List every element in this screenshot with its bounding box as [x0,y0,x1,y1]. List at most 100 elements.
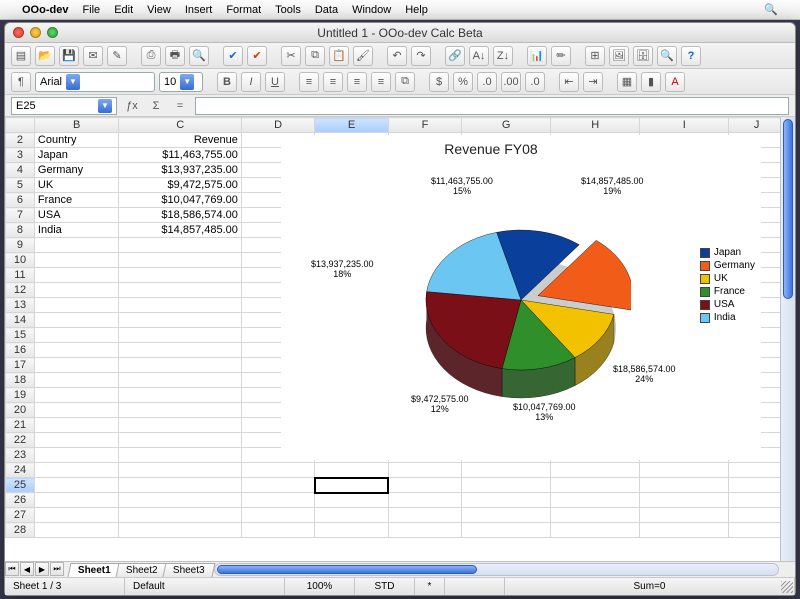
hscroll-thumb[interactable] [217,565,477,574]
embedded-chart[interactable]: Revenue FY08 JapanGermanyUKFranceUSAIndi… [281,135,761,460]
align-justify-icon[interactable]: ≡ [371,72,391,92]
cell-B6[interactable]: France [34,193,119,208]
row-header-17[interactable]: 17 [6,358,35,373]
row-header-7[interactable]: 7 [6,208,35,223]
cell-C4[interactable]: $13,937,235.00 [119,163,241,178]
styles-icon[interactable]: ¶ [11,72,31,92]
cell-G27[interactable] [462,508,551,523]
insert-chart-icon[interactable]: 📊 [527,46,547,66]
undo-icon[interactable]: ↶ [387,46,407,66]
formula-input[interactable] [195,97,789,115]
cell-B27[interactable] [34,508,119,523]
datasources-icon[interactable]: 🗄 [633,46,653,66]
sheet-tab-sheet3[interactable]: Sheet3 [162,563,215,577]
row-header-23[interactable]: 23 [6,448,35,463]
underline-button[interactable]: U [265,72,285,92]
row-header-22[interactable]: 22 [6,433,35,448]
cell-F25[interactable] [388,478,461,493]
cell-C6[interactable]: $10,047,769.00 [119,193,241,208]
row-header-18[interactable]: 18 [6,373,35,388]
cell-B24[interactable] [34,463,119,478]
sort-asc-icon[interactable]: A↓ [469,46,489,66]
cell-H25[interactable] [551,478,640,493]
resize-handle-icon[interactable] [781,581,793,593]
save-icon[interactable]: 💾 [59,46,79,66]
row-header-6[interactable]: 6 [6,193,35,208]
cell-C11[interactable] [119,268,241,283]
cell-E25[interactable] [315,478,388,493]
row-header-25[interactable]: 25 [6,478,35,493]
cell-B8[interactable]: India [34,223,119,238]
menu-view[interactable]: View [147,4,171,16]
cell-B14[interactable] [34,313,119,328]
increase-indent-icon[interactable]: ⇥ [583,72,603,92]
row-header-8[interactable]: 8 [6,223,35,238]
cell-C13[interactable] [119,298,241,313]
row-header-20[interactable]: 20 [6,403,35,418]
cell-B5[interactable]: UK [34,178,119,193]
bold-button[interactable]: B [217,72,237,92]
cell-B16[interactable] [34,343,119,358]
merge-cells-icon[interactable]: ⧉ [395,72,415,92]
navigator-icon[interactable]: ⊞ [585,46,605,66]
spellcheck-icon[interactable]: ✔ [223,46,243,66]
status-sum[interactable]: Sum=0 [505,578,795,595]
cell-G26[interactable] [462,493,551,508]
menu-help[interactable]: Help [405,4,428,16]
paste-icon[interactable]: 📋 [329,46,349,66]
menu-tools[interactable]: Tools [275,4,301,16]
cell-F24[interactable] [388,463,461,478]
row-header-10[interactable]: 10 [6,253,35,268]
row-header-19[interactable]: 19 [6,388,35,403]
cell-C23[interactable] [119,448,241,463]
status-style[interactable]: Default [125,578,285,595]
cell-J26[interactable] [729,493,785,508]
currency-icon[interactable]: $ [429,72,449,92]
col-header-F[interactable]: F [388,118,461,133]
preview-icon[interactable]: 🔍 [189,46,209,66]
cell-B23[interactable] [34,448,119,463]
cell-C12[interactable] [119,283,241,298]
cell-C24[interactable] [119,463,241,478]
col-header-G[interactable]: G [462,118,551,133]
cell-F28[interactable] [388,523,461,538]
row-header-15[interactable]: 15 [6,328,35,343]
cell-H26[interactable] [551,493,640,508]
row-header-14[interactable]: 14 [6,313,35,328]
redo-icon[interactable]: ↷ [411,46,431,66]
cell-I27[interactable] [640,508,729,523]
col-header-B[interactable]: B [34,118,119,133]
cell-J27[interactable] [729,508,785,523]
cell-C7[interactable]: $18,586,574.00 [119,208,241,223]
cell-C8[interactable]: $14,857,485.00 [119,223,241,238]
row-header-27[interactable]: 27 [6,508,35,523]
horizontal-scrollbar[interactable] [214,563,779,576]
cell-B26[interactable] [34,493,119,508]
row-header-5[interactable]: 5 [6,178,35,193]
cell-E26[interactable] [315,493,388,508]
chevron-down-icon[interactable]: ▼ [98,99,112,113]
row-header-4[interactable]: 4 [6,163,35,178]
row-header-3[interactable]: 3 [6,148,35,163]
cell-D27[interactable] [241,508,314,523]
cell-B11[interactable] [34,268,119,283]
row-header-11[interactable]: 11 [6,268,35,283]
format-paint-icon[interactable]: 🖌 [353,46,373,66]
cell-C5[interactable]: $9,472,575.00 [119,178,241,193]
font-size-combo[interactable]: 10 ▼ [159,72,203,92]
col-header-D[interactable]: D [241,118,314,133]
tab-prev-icon[interactable]: ◀ [20,562,34,576]
menu-file[interactable]: File [82,4,100,16]
cell-J24[interactable] [729,463,785,478]
cell-B19[interactable] [34,388,119,403]
edit-doc-icon[interactable]: ✎ [107,46,127,66]
tab-first-icon[interactable]: ⏮ [5,562,19,576]
cell-H28[interactable] [551,523,640,538]
cell-D24[interactable] [241,463,314,478]
open-icon[interactable]: 📂 [35,46,55,66]
sheet-area[interactable]: BCDEFGHIJ2CountryRevenue3Japan$11,463,75… [5,117,795,561]
name-box[interactable]: E25 ▼ [11,97,117,115]
cell-C22[interactable] [119,433,241,448]
cell-C9[interactable] [119,238,241,253]
cut-icon[interactable]: ✂ [281,46,301,66]
